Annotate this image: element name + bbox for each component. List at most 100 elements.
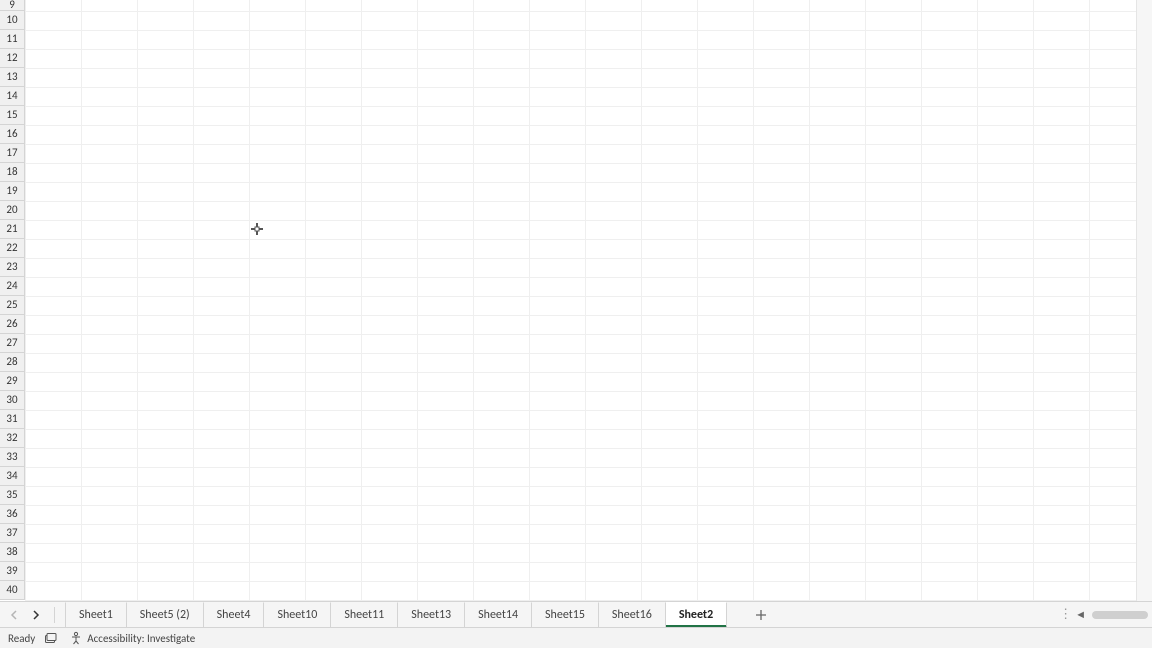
sheet-tab-label: Sheet4	[217, 608, 251, 622]
gridline	[25, 277, 1152, 278]
gridline	[25, 87, 1152, 88]
gridline	[25, 505, 1152, 506]
row-header[interactable]: 17	[0, 144, 25, 163]
gridline	[361, 0, 362, 601]
row-header[interactable]: 18	[0, 163, 25, 182]
gridline	[417, 0, 418, 601]
row-header[interactable]: 33	[0, 448, 25, 467]
row-header[interactable]: 19	[0, 182, 25, 201]
gridline	[25, 201, 1152, 202]
gridline	[809, 0, 810, 601]
tab-options-icon[interactable]: ⋮	[1059, 607, 1069, 622]
row-header[interactable]: 32	[0, 429, 25, 448]
tab-nav	[0, 602, 65, 627]
row-header[interactable]: 13	[0, 68, 25, 87]
row-header[interactable]: 20	[0, 201, 25, 220]
sheet-tab-label: Sheet14	[478, 608, 518, 622]
status-macro[interactable]	[45, 631, 59, 645]
row-header[interactable]: 25	[0, 296, 25, 315]
gridline	[81, 0, 82, 601]
row-header[interactable]: 35	[0, 486, 25, 505]
sheet-tab[interactable]: Sheet14	[465, 602, 532, 627]
row-header[interactable]: 12	[0, 49, 25, 68]
gridline	[641, 0, 642, 601]
sheet-tab[interactable]: Sheet1	[65, 602, 127, 627]
sheet-tab[interactable]: Sheet4	[204, 602, 265, 627]
add-sheet-button[interactable]	[745, 602, 777, 627]
horizontal-scrollbar[interactable]	[1092, 611, 1148, 619]
row-header[interactable]: 28	[0, 353, 25, 372]
row-header[interactable]: 23	[0, 258, 25, 277]
accessibility-icon	[69, 631, 83, 645]
gridline	[753, 0, 754, 601]
row-header[interactable]: 30	[0, 391, 25, 410]
gridline	[25, 524, 1152, 525]
gridline	[25, 562, 1152, 563]
gridline	[529, 0, 530, 601]
sheet-tab-label: Sheet11	[344, 608, 384, 622]
gridline	[697, 0, 698, 601]
gridline	[305, 0, 306, 601]
row-header[interactable]: 38	[0, 543, 25, 562]
sheet-tab-label: Sheet5 (2)	[140, 608, 190, 622]
row-headers: 9101112131415161718192021222324252627282…	[0, 0, 25, 600]
sheet-tab[interactable]: Sheet11	[331, 602, 398, 627]
sheet-tab[interactable]: Sheet13	[398, 602, 465, 627]
row-header[interactable]: 40	[0, 581, 25, 600]
gridline	[1033, 0, 1034, 601]
gridline	[25, 0, 26, 601]
sheet-tab[interactable]: Sheet2	[666, 602, 727, 628]
sheet-tabs: Sheet1 Sheet5 (2) Sheet4 Sheet10 Sheet11 Shee…	[65, 602, 727, 627]
row-header[interactable]: 27	[0, 334, 25, 353]
sheet-tab-label: Sheet13	[411, 608, 451, 622]
cells-area[interactable]	[25, 0, 1152, 601]
gridline	[585, 0, 586, 601]
row-header[interactable]: 14	[0, 87, 25, 106]
sheet-tab-label: Sheet15	[545, 608, 585, 622]
status-ready: Ready	[8, 632, 35, 645]
row-header[interactable]: 9	[0, 0, 25, 11]
gridline	[137, 0, 138, 601]
hscroll-left-icon[interactable]: ◄	[1075, 608, 1086, 621]
row-header[interactable]: 29	[0, 372, 25, 391]
row-header[interactable]: 34	[0, 467, 25, 486]
sheet-tab[interactable]: Sheet16	[599, 602, 666, 627]
row-header[interactable]: 21	[0, 220, 25, 239]
sheet-tab[interactable]: Sheet15	[532, 602, 599, 627]
sheet-tab[interactable]: Sheet10	[264, 602, 331, 627]
gridline	[25, 486, 1152, 487]
row-header[interactable]: 37	[0, 524, 25, 543]
gridline	[25, 182, 1152, 183]
gridline	[25, 106, 1152, 107]
row-header[interactable]: 24	[0, 277, 25, 296]
spreadsheet-grid[interactable]: 9101112131415161718192021222324252627282…	[0, 0, 1152, 601]
row-header[interactable]: 39	[0, 562, 25, 581]
tab-nav-next-icon[interactable]	[28, 607, 44, 623]
row-header[interactable]: 15	[0, 106, 25, 125]
row-header[interactable]: 36	[0, 505, 25, 524]
gridline	[25, 581, 1152, 582]
sheet-tab[interactable]: Sheet5 (2)	[127, 602, 204, 627]
row-header[interactable]: 16	[0, 125, 25, 144]
gridline	[25, 163, 1152, 164]
gridline	[25, 125, 1152, 126]
gridline	[25, 11, 1152, 12]
gridline	[25, 296, 1152, 297]
row-header[interactable]: 22	[0, 239, 25, 258]
row-header[interactable]: 31	[0, 410, 25, 429]
gridline	[25, 410, 1152, 411]
row-header[interactable]: 10	[0, 11, 25, 30]
row-header[interactable]: 26	[0, 315, 25, 334]
tab-nav-prev-icon[interactable]	[6, 607, 22, 623]
gridline	[25, 448, 1152, 449]
vertical-scrollbar[interactable]	[1136, 0, 1152, 601]
gridline	[25, 258, 1152, 259]
gridline	[1089, 0, 1090, 601]
gridline	[193, 0, 194, 601]
gridline	[25, 68, 1152, 69]
gridline	[25, 239, 1152, 240]
sheet-tab-label: Sheet16	[612, 608, 652, 622]
row-header[interactable]: 11	[0, 30, 25, 49]
gridline	[249, 0, 250, 601]
status-accessibility[interactable]: Accessibility: Investigate	[69, 631, 195, 645]
